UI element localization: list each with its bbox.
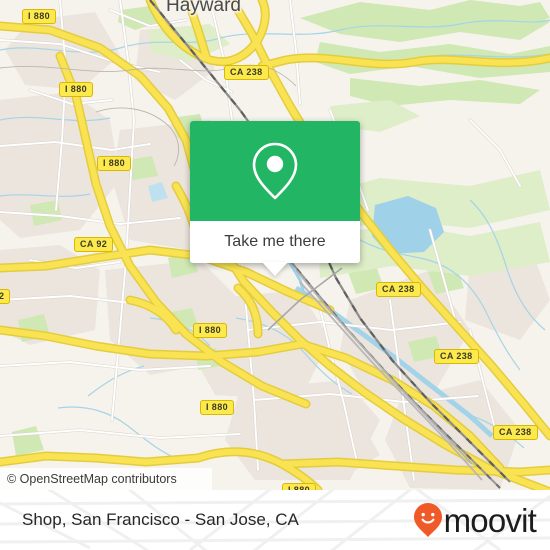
highway-shield: CA 238: [434, 349, 479, 364]
take-me-there-label: Take me there: [224, 233, 326, 250]
map-page: I 880 I 880 I 880 CA 238 CA 92 2 I 880 C…: [0, 0, 550, 550]
highway-shield: 2: [0, 289, 11, 304]
moovit-brand[interactable]: moovit: [413, 501, 537, 539]
card-pin-area: [190, 121, 360, 221]
highway-shield: CA 238: [493, 425, 538, 440]
highway-shield: I 880: [193, 323, 228, 338]
osm-attribution-text: © OpenStreetMap contributors: [7, 472, 177, 486]
highway-shield: CA 238: [376, 282, 421, 297]
footer-location-title: Shop, San Francisco - San Jose, CA: [22, 510, 299, 529]
moovit-wordmark: moovit: [443, 501, 537, 539]
highway-shield: I 880: [282, 483, 317, 490]
card-pointer-tail: [262, 262, 288, 276]
highway-shield: I 880: [97, 156, 132, 171]
location-info-card[interactable]: Take me there: [190, 121, 360, 276]
highway-shield: I 880: [59, 82, 94, 97]
moovit-smiley-pin-icon: [413, 503, 442, 537]
highway-shield: I 880: [22, 9, 57, 24]
card-action-area[interactable]: Take me there: [190, 221, 360, 276]
highway-shield: CA 92: [74, 237, 114, 252]
city-label-hayward: Hayward: [166, 0, 241, 16]
osm-attribution[interactable]: © OpenStreetMap contributors: [0, 468, 212, 490]
map-pin-icon: [252, 142, 298, 200]
highway-shield: I 880: [200, 400, 235, 415]
highway-shield: CA 238: [224, 65, 269, 80]
map-canvas[interactable]: I 880 I 880 I 880 CA 238 CA 92 2 I 880 C…: [0, 0, 550, 490]
footer-bar: Shop, San Francisco - San Jose, CA moovi…: [0, 490, 550, 550]
